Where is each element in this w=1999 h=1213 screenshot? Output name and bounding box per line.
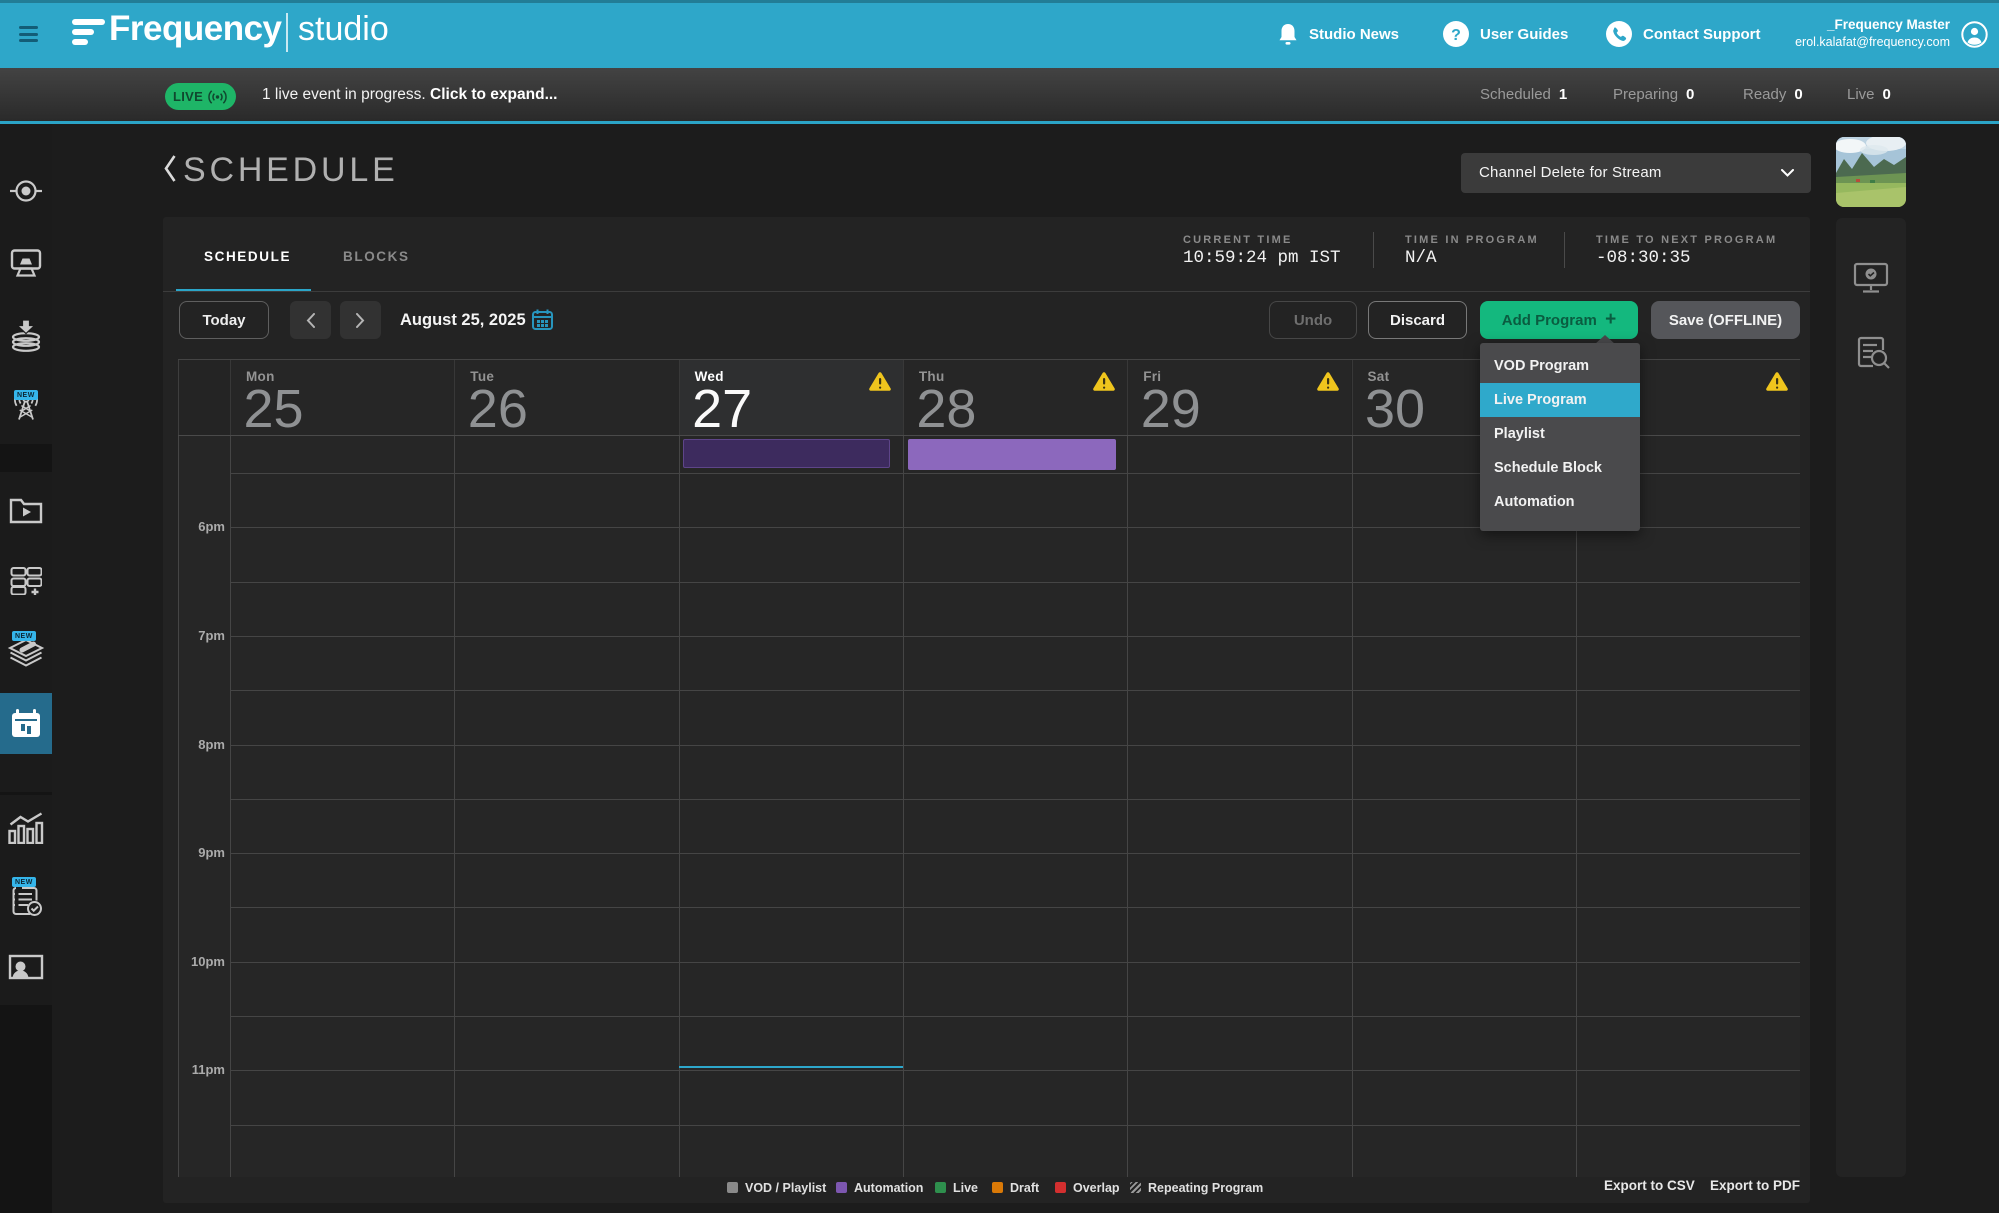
svg-text:?: ? [1451,27,1461,44]
